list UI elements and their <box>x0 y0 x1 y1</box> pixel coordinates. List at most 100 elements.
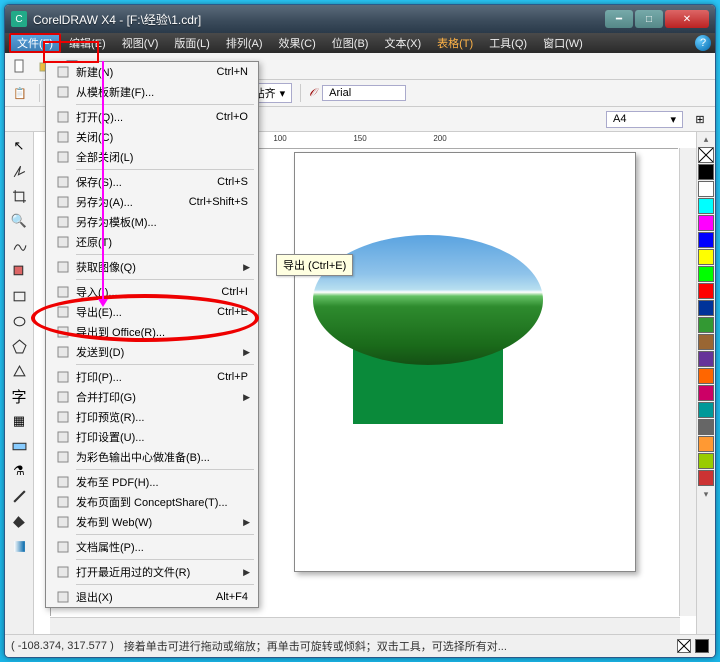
pick-tool[interactable]: ↖ <box>7 134 31 158</box>
revert-icon <box>50 235 76 249</box>
maximize-button[interactable]: □ <box>635 10 663 28</box>
export-tooltip: 导出 (Ctrl+E) <box>276 254 353 276</box>
eyedropper-tool[interactable]: ⚗ <box>7 459 31 483</box>
fill-tool[interactable] <box>7 509 31 533</box>
page-dim-button[interactable]: ⊞ <box>689 108 711 130</box>
menu-item-closeall-icon[interactable]: 全部关闭(L) <box>46 147 258 167</box>
crop-tool[interactable] <box>7 184 31 208</box>
menu-text[interactable]: 文本(X) <box>376 33 429 53</box>
swatch[interactable] <box>698 419 714 435</box>
swatch[interactable] <box>698 368 714 384</box>
swatch[interactable] <box>698 436 714 452</box>
font-combo[interactable]: Arial <box>322 85 406 101</box>
swatch[interactable] <box>698 470 714 486</box>
scrollbar-horizontal[interactable] <box>50 617 680 634</box>
mergepr-icon <box>50 390 76 404</box>
swatch[interactable] <box>698 215 714 231</box>
menu-view[interactable]: 视图(V) <box>114 33 167 53</box>
swatch[interactable] <box>698 385 714 401</box>
swatch[interactable] <box>698 317 714 333</box>
menu-item-new-icon[interactable]: 新建(N)Ctrl+N <box>46 62 258 82</box>
help-button[interactable]: ? <box>695 35 711 51</box>
interactive-tool[interactable] <box>7 434 31 458</box>
freehand-tool[interactable] <box>7 234 31 258</box>
scrollbar-vertical[interactable] <box>679 148 696 616</box>
menu-item-acquire-icon[interactable]: 获取图像(Q)▶ <box>46 257 258 277</box>
menu-item-saveas-icon[interactable]: 另存为(A)...Ctrl+Shift+S <box>46 192 258 212</box>
swatch[interactable] <box>698 283 714 299</box>
table-tool[interactable]: ▦ <box>7 409 31 433</box>
menu-window[interactable]: 窗口(W) <box>535 33 591 53</box>
outline-tool[interactable] <box>7 484 31 508</box>
text-tool[interactable]: 字 <box>7 384 31 408</box>
menu-bitmap[interactable]: 位图(B) <box>324 33 377 53</box>
swatch[interactable] <box>698 181 714 197</box>
menu-effects[interactable]: 效果(C) <box>271 33 324 53</box>
menu-item-props-icon[interactable]: 文档属性(P)... <box>46 537 258 557</box>
menu-tools[interactable]: 工具(Q) <box>481 33 535 53</box>
ellipse-tool[interactable] <box>7 309 31 333</box>
menu-table[interactable]: 表格(T) <box>429 33 481 53</box>
menu-item-close-icon[interactable]: 关闭(C) <box>46 127 258 147</box>
swatch[interactable] <box>698 266 714 282</box>
menu-item-template-icon[interactable]: 从模板新建(F)... <box>46 82 258 102</box>
menu-edit[interactable]: 编辑(E) <box>61 33 114 53</box>
zoom-tool[interactable]: 🔍 <box>7 209 31 233</box>
menu-item-pdf-icon[interactable]: 发布至 PDF(H)... <box>46 472 258 492</box>
clipboard-button[interactable]: 📋 <box>9 82 31 104</box>
menu-item-mergepr-icon[interactable]: 合并打印(G)▶ <box>46 387 258 407</box>
basic-shapes-tool[interactable] <box>7 359 31 383</box>
import-icon <box>50 285 76 299</box>
palette-scroll-up[interactable]: ▴ <box>704 134 709 145</box>
menu-item-sendto-icon[interactable]: 发送到(D)▶ <box>46 342 258 362</box>
export-icon <box>50 305 76 319</box>
shape-tool[interactable] <box>7 159 31 183</box>
menu-item-savetpl-icon[interactable]: 另存为模板(M)... <box>46 212 258 232</box>
menu-item-print-icon[interactable]: 打印(P)...Ctrl+P <box>46 367 258 387</box>
menu-item-web-icon[interactable]: 发布到 Web(W)▶ <box>46 512 258 532</box>
menu-item-recent-icon[interactable]: 打开最近用过的文件(R)▶ <box>46 562 258 582</box>
palette-scroll-down[interactable]: ▾ <box>704 489 709 500</box>
menu-arrange[interactable]: 排列(A) <box>218 33 271 53</box>
menu-item-save-icon[interactable]: 保存(S)...Ctrl+S <box>46 172 258 192</box>
swatch[interactable] <box>698 249 714 265</box>
paper-size-combo[interactable]: A4▾ <box>606 111 683 128</box>
menu-item-open-icon[interactable]: 打开(Q)...Ctrl+O <box>46 107 258 127</box>
minimize-button[interactable]: ━ <box>605 10 633 28</box>
swatch-none[interactable] <box>698 147 714 163</box>
new-doc-button[interactable] <box>9 55 31 77</box>
menu-item-export-icon[interactable]: 导出(E)...Ctrl+E <box>46 302 258 322</box>
swatch[interactable] <box>698 164 714 180</box>
menu-label: 另存为模板(M)... <box>76 214 254 230</box>
menu-label: 还原(T) <box>76 234 254 250</box>
swatch[interactable] <box>698 351 714 367</box>
rectangle-tool[interactable] <box>7 284 31 308</box>
menu-item-revert-icon[interactable]: 还原(T) <box>46 232 258 252</box>
close-button[interactable]: ✕ <box>665 10 709 28</box>
menu-file[interactable]: 文件(F) <box>9 33 61 53</box>
swatch[interactable] <box>698 232 714 248</box>
menu-item-exit-icon[interactable]: 退出(X)Alt+F4 <box>46 587 258 607</box>
menu-label: 获取图像(Q) <box>76 259 243 275</box>
menu-item-colorprep-icon[interactable]: 为彩色输出中心做准备(B)... <box>46 447 258 467</box>
interactive-fill-tool[interactable] <box>7 534 31 558</box>
swatch[interactable] <box>698 334 714 350</box>
font-style-indicator: 𝒪 <box>309 87 316 100</box>
menu-item-import-icon[interactable]: 导入(I)...Ctrl+I <box>46 282 258 302</box>
menu-layout[interactable]: 版面(L) <box>166 33 217 53</box>
menu-shortcut: Ctrl+I <box>221 286 254 298</box>
menu-label: 发布页面到 ConceptShare(T)... <box>76 494 254 510</box>
statusbar: ( -108.374, 317.577 ) 接着单击可进行拖动或缩放；再单击可旋… <box>5 634 715 657</box>
menu-item-printset-icon[interactable]: 打印设置(U)... <box>46 427 258 447</box>
menu-label: 另存为(A)... <box>76 194 189 210</box>
menu-item-preview-icon[interactable]: 打印预览(R)... <box>46 407 258 427</box>
swatch[interactable] <box>698 300 714 316</box>
smart-fill-tool[interactable] <box>7 259 31 283</box>
polygon-tool[interactable] <box>7 334 31 358</box>
swatch[interactable] <box>698 453 714 469</box>
swatch[interactable] <box>698 402 714 418</box>
swatch[interactable] <box>698 198 714 214</box>
menu-item-concept-icon[interactable]: 发布页面到 ConceptShare(T)... <box>46 492 258 512</box>
menu-item-exportoff-icon[interactable]: 导出到 Office(R)... <box>46 322 258 342</box>
menu-label: 发布到 Web(W) <box>76 514 243 530</box>
